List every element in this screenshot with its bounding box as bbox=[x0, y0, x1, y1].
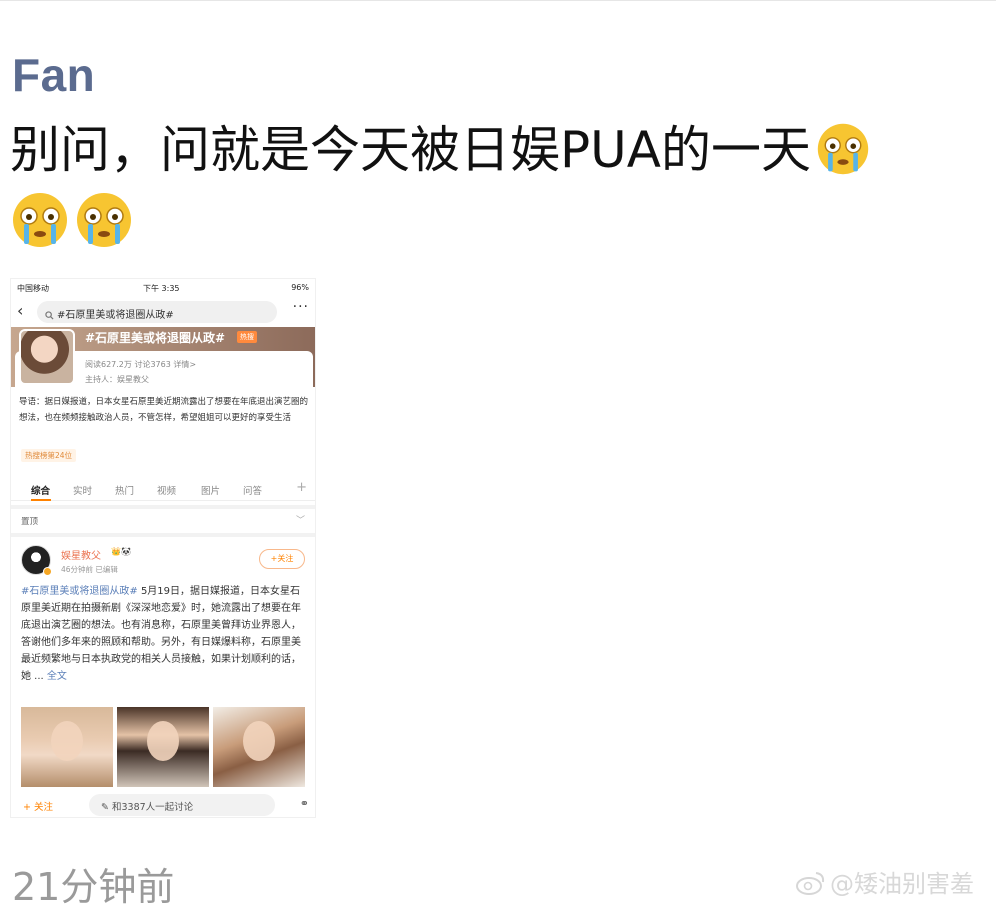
chevron-down-icon[interactable]: ﹀ bbox=[296, 513, 305, 526]
comment-placeholder: 和3387人一起讨论 bbox=[111, 802, 194, 813]
tab-video[interactable]: 视频 bbox=[157, 483, 176, 497]
share-icon[interactable]: ⚭ bbox=[300, 797, 309, 810]
weibo-logo-icon bbox=[796, 872, 825, 895]
search-navbar: ‹ #石原里美或将退圈从政# ··· bbox=[11, 299, 315, 325]
status-bar: 中国移动 下午 3:35 96% bbox=[11, 279, 315, 297]
embedded-screenshot[interactable]: 中国移动 下午 3:35 96% ‹ #石原里美或将退圈从政# ··· #石原里… bbox=[10, 278, 316, 818]
topic-title: #石原里美或将退圈从政# bbox=[85, 331, 226, 345]
post-photo[interactable] bbox=[21, 707, 113, 787]
tab-hot[interactable]: 热门 bbox=[115, 483, 134, 497]
tab-qa[interactable]: 问答 bbox=[243, 483, 262, 497]
watermark-text: @矮油别害羞 bbox=[830, 870, 974, 898]
edit-icon: ✎ bbox=[101, 802, 112, 813]
add-tab-icon[interactable]: + bbox=[296, 480, 307, 495]
emoji-row bbox=[10, 190, 138, 250]
tab-realtime[interactable]: 实时 bbox=[73, 483, 92, 497]
post-timestamp: 21分钟前 bbox=[12, 865, 175, 904]
post-body: #石原里美或将退圈从政# 5月19日，据日媒报道，日本女星石原里美近期在拍摄新剧… bbox=[21, 583, 309, 685]
topic-intro: 导语：据日媒报道，日本女星石原里美近期流露出了想要在年底退出演艺圈的想法，也在频… bbox=[19, 397, 309, 423]
battery-label: 96% bbox=[291, 283, 309, 292]
topic-host[interactable]: 主持人：娱星教父 bbox=[85, 374, 149, 385]
post-text-content: 别问，问就是今天被日娱PUA的一天 bbox=[10, 121, 811, 179]
active-tab-indicator bbox=[31, 499, 51, 501]
search-query: #石原里美或将退圈从政# bbox=[57, 310, 174, 321]
section-divider bbox=[11, 533, 315, 537]
hashtag-link[interactable]: #石原里美或将退圈从政# bbox=[21, 586, 138, 597]
crying-face-emoji bbox=[13, 193, 67, 247]
more-button[interactable]: ··· bbox=[293, 299, 309, 315]
author-name[interactable]: Fan bbox=[12, 48, 95, 102]
section-divider bbox=[11, 505, 315, 509]
follow-button[interactable]: +关注 bbox=[259, 549, 305, 569]
search-icon bbox=[45, 311, 54, 320]
post-body-text: 5月19日，据日媒报道，日本女星石原里美近期在拍摄新剧《深深地恋爱》时，她流露出… bbox=[21, 586, 301, 682]
crying-face-emoji bbox=[77, 193, 131, 247]
topic-stats[interactable]: 阅读627.2万 讨论3763 详情> bbox=[85, 359, 196, 370]
verified-badge-icon bbox=[43, 567, 52, 576]
comment-input[interactable]: ✎ 和3387人一起讨论 bbox=[89, 794, 275, 816]
carrier-label: 中国移动 bbox=[17, 284, 49, 293]
post-photo[interactable] bbox=[117, 707, 209, 787]
tab-bar: 综合 实时 热门 视频 图片 问答 + bbox=[11, 479, 315, 501]
back-arrow-icon[interactable]: ‹ bbox=[17, 301, 23, 320]
post-text: 别问，问就是今天被日娱PUA的一天 bbox=[10, 118, 970, 182]
post-meta: 46分钟前 已编辑 bbox=[61, 565, 118, 574]
watermark: @矮油别害羞 bbox=[796, 864, 974, 899]
bottom-bar: + 关注 ✎ 和3387人一起讨论 ⚭ bbox=[11, 791, 315, 817]
crying-face-emoji bbox=[817, 123, 869, 175]
full-text-link[interactable]: 全文 bbox=[47, 671, 67, 682]
bottom-follow-button[interactable]: + 关注 bbox=[23, 799, 53, 813]
topic-image bbox=[19, 329, 75, 385]
post-photo[interactable] bbox=[213, 707, 305, 787]
search-input[interactable]: #石原里美或将退圈从政# bbox=[37, 301, 277, 323]
clock-label: 下午 3:35 bbox=[143, 284, 180, 293]
hot-badge: 热搜 bbox=[237, 331, 257, 343]
top-divider bbox=[0, 0, 996, 1]
pinned-label: 置顶 bbox=[21, 517, 39, 527]
tab-comprehensive[interactable]: 综合 bbox=[31, 483, 50, 497]
user-badge-icons: 👑🐼 bbox=[111, 547, 131, 556]
poster-name[interactable]: 娱星教父 bbox=[61, 547, 101, 562]
tab-images[interactable]: 图片 bbox=[201, 483, 220, 497]
rank-badge[interactable]: 热搜榜第24位 bbox=[21, 449, 77, 462]
